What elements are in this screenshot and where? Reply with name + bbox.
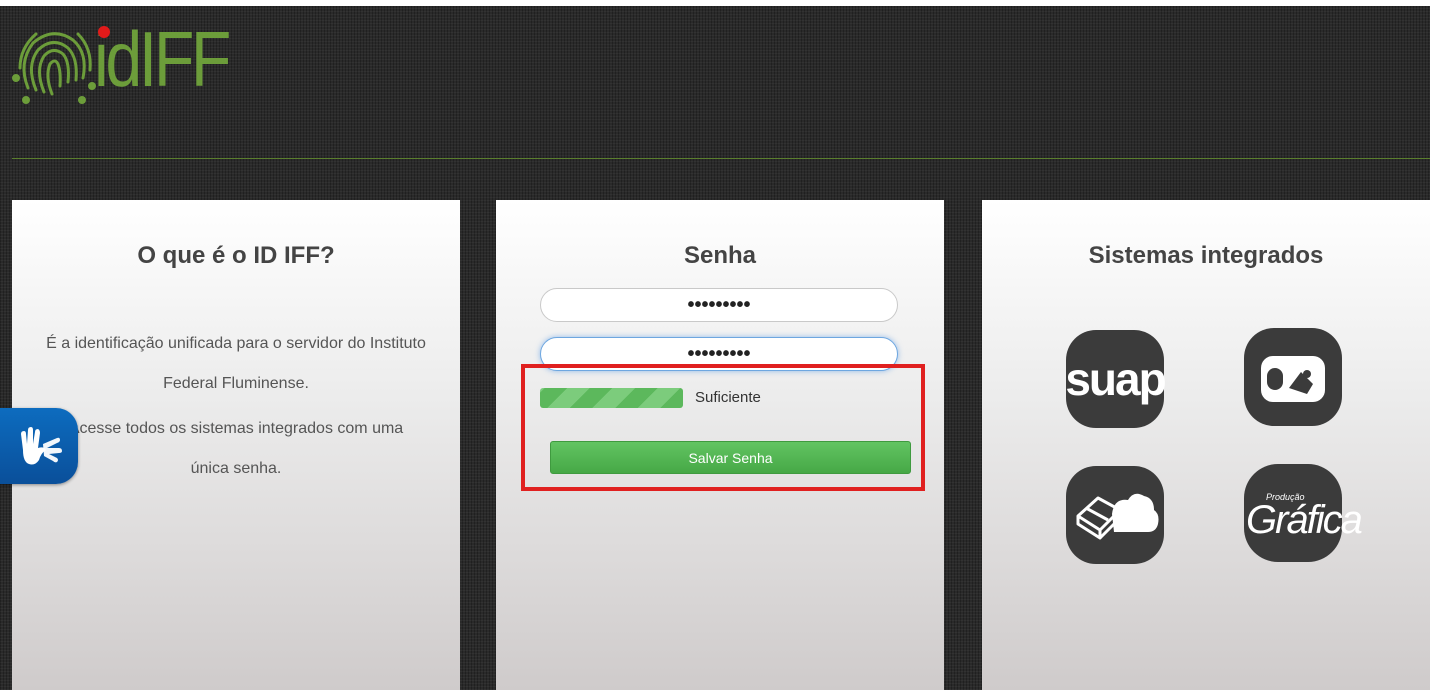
highlight-box (521, 364, 925, 491)
about-description-2: Acesse todos os sistemas integrados com … (68, 420, 404, 477)
fingerprint-icon (12, 32, 96, 104)
suap-label: suap (1065, 353, 1166, 405)
sign-language-hands-icon (21, 427, 62, 465)
password-title: Senha (683, 242, 757, 269)
sign-language-button[interactable] (0, 408, 78, 484)
systems-title: Sistemas integrados (1088, 242, 1324, 269)
about-description-1: É a identificação unificada para o servi… (46, 335, 426, 392)
new-password-field[interactable] (540, 288, 898, 322)
logo-dot (98, 26, 110, 38)
mug-icon[interactable] (1244, 328, 1342, 426)
site-header: idIFF (0, 6, 1430, 159)
window-right-border (1430, 0, 1440, 690)
systems-panel: Sistemas integrados suap Produção Gráfic… (982, 200, 1430, 690)
about-title: O que é o ID IFF? (137, 242, 335, 269)
suap-app-icon[interactable]: suap (1065, 330, 1167, 428)
cloud-box-icon-graphic (1076, 493, 1159, 540)
idiff-logo[interactable]: idIFF (8, 15, 248, 108)
header-divider (12, 158, 1430, 159)
about-panel: O que é o ID IFF? É a identificação unif… (12, 200, 460, 690)
grafica-logo: Produção Gráfica (1244, 464, 1363, 562)
cloud-box-icon[interactable] (1066, 466, 1164, 564)
grafica-app-icon[interactable]: Produção Gráfica (1244, 464, 1363, 562)
mug-icon-graphic (1261, 356, 1325, 402)
logo-text: idIFF (94, 15, 231, 103)
grafica-label: Gráfica (1246, 498, 1363, 542)
